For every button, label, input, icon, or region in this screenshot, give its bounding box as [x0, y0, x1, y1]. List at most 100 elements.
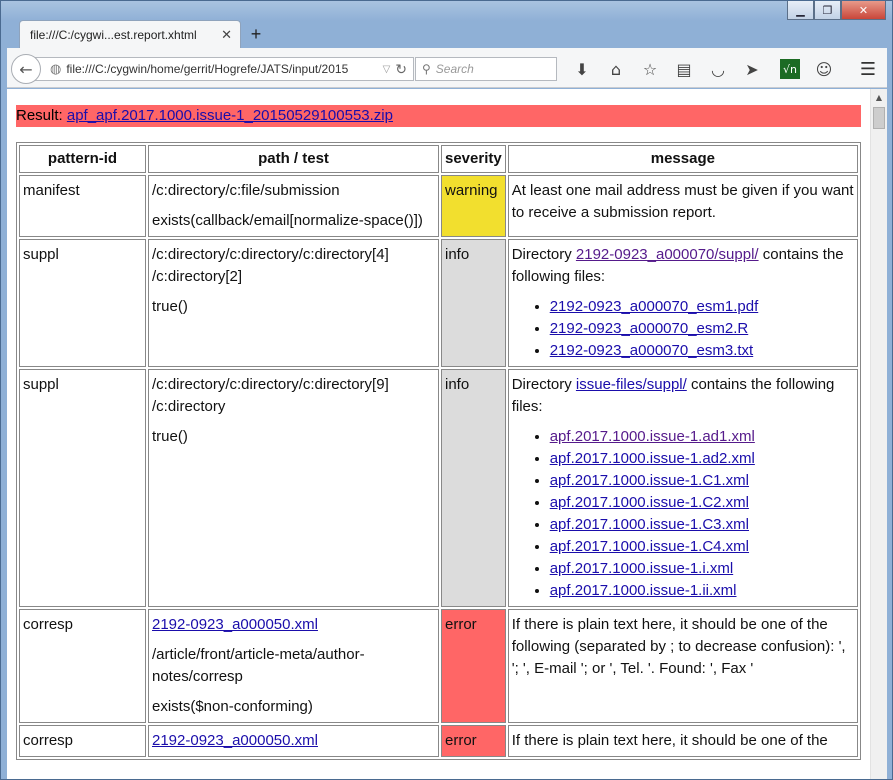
send-icon[interactable]: ➤: [737, 56, 767, 82]
pattern-cell: suppl: [19, 239, 146, 367]
list-item: apf.2017.1000.issue-1.C1.xml: [550, 470, 854, 492]
bookmark-star-icon[interactable]: ☆: [635, 56, 665, 82]
message-cell: If there is plain text here, it should b…: [507, 609, 858, 723]
path-text: /c:directory/c:file/submission: [152, 182, 340, 199]
list-item: 2192-0923_a000070_esm1.pdf: [550, 296, 854, 318]
path-cell: /c:directory/c:directory/c:directory[4] …: [148, 239, 439, 367]
header-message: message: [507, 145, 858, 173]
severity-cell: info: [441, 369, 506, 607]
search-input[interactable]: ⚲ Search: [415, 57, 557, 81]
message-cell: At least one mail address must be given …: [507, 175, 858, 237]
list-item: 2192-0923_a000070_esm2.R: [550, 318, 854, 340]
path-cell: 2192-0923_a000050.xml /article/front/art…: [148, 609, 439, 723]
severity-cell: info: [441, 239, 506, 367]
list-item: apf.2017.1000.issue-1.ad2.xml: [550, 448, 854, 470]
test-text: exists(callback/email[normalize-space()]…: [152, 212, 423, 229]
scroll-up-icon[interactable]: ▲: [871, 89, 887, 106]
list-item: apf.2017.1000.issue-1.C3.xml: [550, 514, 854, 536]
table-header-row: pattern-id path / test severity message: [19, 145, 858, 173]
test-text: true(): [152, 428, 188, 445]
test-text: true(): [152, 298, 188, 315]
chat-icon[interactable]: ☺: [809, 56, 839, 82]
header-path-test: path / test: [148, 145, 439, 173]
severity-cell: warning: [441, 175, 506, 237]
list-item: apf.2017.1000.issue-1.ii.xml: [550, 580, 854, 602]
path-text: /c:directory/c:directory/c:directory[4] …: [152, 246, 389, 285]
result-label: Result:: [16, 107, 63, 124]
file-link[interactable]: apf.2017.1000.issue-1.i.xml: [550, 560, 733, 577]
pattern-cell: corresp: [19, 609, 146, 723]
pocket-icon[interactable]: ◡: [703, 56, 733, 82]
sqrt-addon-icon[interactable]: √n: [780, 59, 800, 79]
pattern-cell: manifest: [19, 175, 146, 237]
list-item: 2192-0923_a000070_esm3.txt: [550, 340, 854, 362]
pattern-cell: suppl: [19, 369, 146, 607]
result-file-link[interactable]: apf_apf.2017.1000.issue-1_20150529100553…: [67, 107, 393, 124]
file-link[interactable]: 2192-0923_a000070_esm3.txt: [550, 342, 754, 359]
message-prefix: Directory: [511, 376, 572, 393]
toolbar-icons: ⬇ ⌂ ☆ ▤ ◡ ➤ √n ☺: [567, 56, 843, 82]
new-tab-button[interactable]: +: [245, 23, 267, 45]
navigation-toolbar: ← ◍ file:///C:/cygwin/home/gerrit/Hogref…: [7, 48, 887, 88]
header-severity: severity: [441, 145, 506, 173]
directory-link[interactable]: issue-files/suppl/: [576, 376, 687, 393]
home-icon[interactable]: ⌂: [601, 56, 631, 82]
table-row: corresp 2192-0923_a000050.xml /article/f…: [19, 609, 858, 723]
path-text: /article/front/article-meta/author-notes…: [152, 646, 365, 685]
download-icon[interactable]: ⬇: [567, 56, 597, 82]
tab-strip: file:///C:/cygwi...est.report.xhtml ✕ +: [7, 18, 887, 49]
reading-list-icon[interactable]: ▤: [669, 56, 699, 82]
path-cell: /c:directory/c:directory/c:directory[9] …: [148, 369, 439, 607]
list-item: apf.2017.1000.issue-1.C2.xml: [550, 492, 854, 514]
file-link[interactable]: apf.2017.1000.issue-1.C4.xml: [550, 538, 749, 555]
message-prefix: Directory: [511, 246, 572, 263]
file-link[interactable]: apf.2017.1000.issue-1.C3.xml: [550, 516, 749, 533]
message-cell: Directory 2192-0923_a000070/suppl/ conta…: [507, 239, 858, 367]
file-link[interactable]: apf.2017.1000.issue-1.C2.xml: [550, 494, 749, 511]
tab-report[interactable]: file:///C:/cygwi...est.report.xhtml ✕: [19, 20, 241, 49]
file-link[interactable]: 2192-0923_a000050.xml: [152, 732, 318, 749]
file-link[interactable]: apf.2017.1000.issue-1.ad2.xml: [550, 450, 755, 467]
url-dropdown-icon[interactable]: ▽: [383, 64, 391, 75]
file-list: apf.2017.1000.issue-1.ad1.xml apf.2017.1…: [512, 426, 854, 602]
file-link[interactable]: apf.2017.1000.issue-1.ii.xml: [550, 582, 737, 599]
severity-cell: error: [441, 725, 506, 757]
file-list: 2192-0923_a000070_esm1.pdf 2192-0923_a00…: [512, 296, 854, 362]
list-item: apf.2017.1000.issue-1.ad1.xml: [550, 426, 854, 448]
table-row: manifest /c:directory/c:file/submission …: [19, 175, 858, 237]
file-link[interactable]: apf.2017.1000.issue-1.ad1.xml: [550, 428, 755, 445]
result-banner: Result: apf_apf.2017.1000.issue-1_201505…: [16, 105, 861, 127]
file-link[interactable]: 2192-0923_a000070_esm1.pdf: [550, 298, 759, 315]
file-link-wrap: 2192-0923_a000050.xml: [152, 730, 435, 752]
back-arrow-icon[interactable]: ←: [11, 54, 41, 84]
list-item: apf.2017.1000.issue-1.i.xml: [550, 558, 854, 580]
severity-cell: error: [441, 609, 506, 723]
pattern-cell: corresp: [19, 725, 146, 757]
test-text: exists($non-conforming): [152, 698, 313, 715]
path-text: /c:directory/c:directory/c:directory[9] …: [152, 376, 389, 415]
path-cell: /c:directory/c:file/submission exists(ca…: [148, 175, 439, 237]
file-link[interactable]: 2192-0923_a000050.xml: [152, 616, 318, 633]
page-content: Result: apf_apf.2017.1000.issue-1_201505…: [7, 89, 887, 779]
scroll-thumb[interactable]: [873, 107, 885, 129]
path-cell: 2192-0923_a000050.xml: [148, 725, 439, 757]
directory-link[interactable]: 2192-0923_a000070/suppl/: [576, 246, 759, 263]
message-cell: If there is plain text here, it should b…: [507, 725, 858, 757]
reload-icon[interactable]: ↻: [395, 61, 407, 78]
url-text[interactable]: file:///C:/cygwin/home/gerrit/Hogrefe/JA…: [66, 62, 377, 76]
file-link[interactable]: 2192-0923_a000070_esm2.R: [550, 320, 749, 337]
tab-close-icon[interactable]: ✕: [221, 27, 232, 43]
file-link[interactable]: apf.2017.1000.issue-1.C1.xml: [550, 472, 749, 489]
globe-icon: ◍: [50, 61, 62, 76]
table-row: suppl /c:directory/c:directory/c:directo…: [19, 239, 858, 367]
file-link-wrap: 2192-0923_a000050.xml: [152, 614, 435, 636]
search-icon: ⚲: [422, 62, 431, 76]
report-table: pattern-id path / test severity message …: [16, 142, 861, 760]
menu-icon[interactable]: ☰: [855, 56, 881, 82]
url-bar[interactable]: ◍ file:///C:/cygwin/home/gerrit/Hogrefe/…: [29, 57, 414, 81]
tab-title: file:///C:/cygwi...est.report.xhtml: [30, 28, 197, 42]
list-item: apf.2017.1000.issue-1.C4.xml: [550, 536, 854, 558]
vertical-scrollbar[interactable]: ▲: [870, 89, 887, 779]
message-cell: Directory issue-files/suppl/ contains th…: [507, 369, 858, 607]
browser-window: ▁ ❐ ✕ file:///C:/cygwi...est.report.xhtm…: [0, 0, 893, 780]
